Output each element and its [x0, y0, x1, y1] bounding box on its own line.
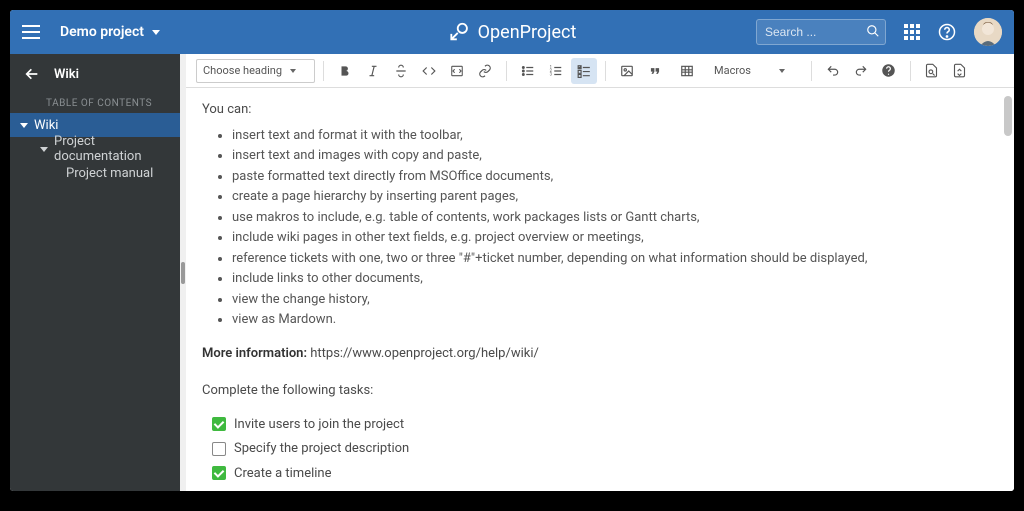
image-button[interactable]: [614, 58, 640, 84]
chevron-down-icon: [40, 147, 48, 152]
search-icon[interactable]: [866, 24, 880, 38]
project-selector[interactable]: Demo project: [60, 24, 160, 40]
main: Choose heading 123 Macros: [186, 54, 1014, 491]
list-item: paste formatted text directly from MSOff…: [232, 167, 998, 187]
scrollbar[interactable]: [1004, 96, 1012, 483]
chevron-down-icon: [20, 123, 28, 128]
italic-button[interactable]: [360, 58, 386, 84]
blockquote-button[interactable]: [642, 58, 668, 84]
svg-text:3: 3: [550, 71, 553, 76]
project-name-label: Demo project: [60, 24, 144, 40]
list-item: insert text and images with copy and pas…: [232, 146, 998, 166]
list-item: include wiki pages in other text fields,…: [232, 228, 998, 248]
tasks-intro: Complete the following tasks:: [202, 381, 998, 401]
sidebar-header: Wiki: [10, 54, 180, 94]
editor-content[interactable]: You can: insert text and format it with …: [186, 88, 1014, 491]
task-list: Invite users to join the project Specify…: [202, 413, 998, 492]
list-item: create a page hierarchy by inserting par…: [232, 187, 998, 207]
topbar-actions: [904, 18, 1002, 46]
task-item: Create a timeline: [202, 462, 998, 487]
list-item: view as Mardown.: [232, 310, 998, 330]
checkbox-icon[interactable]: [212, 417, 226, 431]
task-item: Specify the project description: [202, 437, 998, 462]
task-item: Invite users to join the project: [202, 413, 998, 438]
preview-button[interactable]: [919, 58, 945, 84]
code-button[interactable]: [416, 58, 442, 84]
modules-icon[interactable]: [904, 24, 920, 40]
list-item: include links to other documents,: [232, 269, 998, 289]
heading-select-label: Choose heading: [203, 64, 282, 77]
sidebar-item-project-documentation[interactable]: Project documentation: [10, 137, 180, 161]
brand-icon: [448, 21, 470, 43]
avatar[interactable]: [974, 18, 1002, 46]
help-button[interactable]: [876, 58, 902, 84]
search-box: [756, 19, 886, 45]
menu-toggle[interactable]: [22, 25, 40, 39]
strikethrough-button[interactable]: [388, 58, 414, 84]
sidebar-title: Wiki: [54, 67, 79, 82]
fullscreen-button[interactable]: [947, 58, 973, 84]
list-item: use makros to include, e.g. table of con…: [232, 208, 998, 228]
sidebar: Wiki TABLE OF CONTENTS Wiki Project docu…: [10, 54, 180, 491]
sidebar-item-label: Project manual: [66, 166, 153, 181]
help-icon[interactable]: [938, 23, 956, 41]
feature-list: insert text and format it with the toolb…: [232, 126, 998, 330]
brand: OpenProject: [448, 21, 577, 43]
list-item: insert text and format it with the toolb…: [232, 126, 998, 146]
task-label: Create a timeline: [234, 464, 331, 484]
editor-toolbar: Choose heading 123 Macros: [186, 54, 1014, 88]
numbered-list-button[interactable]: 123: [543, 58, 569, 84]
list-item: reference tickets with one, two or three…: [232, 249, 998, 269]
bullet-list-button[interactable]: [515, 58, 541, 84]
brand-text: OpenProject: [478, 22, 577, 43]
task-label: Invite users to join the project: [234, 415, 404, 435]
caret-down-icon: [152, 30, 160, 35]
list-item: view the change history,: [232, 290, 998, 310]
bold-button[interactable]: [332, 58, 358, 84]
back-icon[interactable]: [24, 66, 40, 82]
codeblock-button[interactable]: [444, 58, 470, 84]
redo-button[interactable]: [848, 58, 874, 84]
heading-select[interactable]: Choose heading: [196, 59, 315, 83]
undo-button[interactable]: [820, 58, 846, 84]
task-label: Specify the project description: [234, 439, 409, 459]
topbar: Demo project OpenProject: [10, 10, 1014, 54]
table-button[interactable]: [670, 58, 706, 84]
more-info-url: https://www.openproject.org/help/wiki/: [310, 346, 539, 361]
macros-label: Macros: [714, 64, 751, 77]
link-button[interactable]: [472, 58, 498, 84]
toc-label: TABLE OF CONTENTS: [10, 94, 180, 113]
task-label: Schedule phases, milestones and tasks: [234, 488, 461, 491]
intro-text: You can:: [202, 102, 251, 117]
caret-down-icon: [779, 69, 785, 73]
sidebar-item-project-manual[interactable]: Project manual: [10, 161, 180, 185]
more-info-label: More information:: [202, 346, 307, 361]
sidebar-item-label: Wiki: [34, 118, 58, 133]
checkbox-icon[interactable]: [212, 466, 226, 480]
caret-down-icon: [290, 69, 296, 73]
task-item: Schedule phases, milestones and tasks: [202, 486, 998, 491]
todo-list-button[interactable]: [571, 58, 597, 84]
checkbox-icon[interactable]: [212, 442, 226, 456]
macros-select[interactable]: Macros: [708, 59, 803, 83]
sidebar-item-label: Project documentation: [54, 134, 170, 164]
